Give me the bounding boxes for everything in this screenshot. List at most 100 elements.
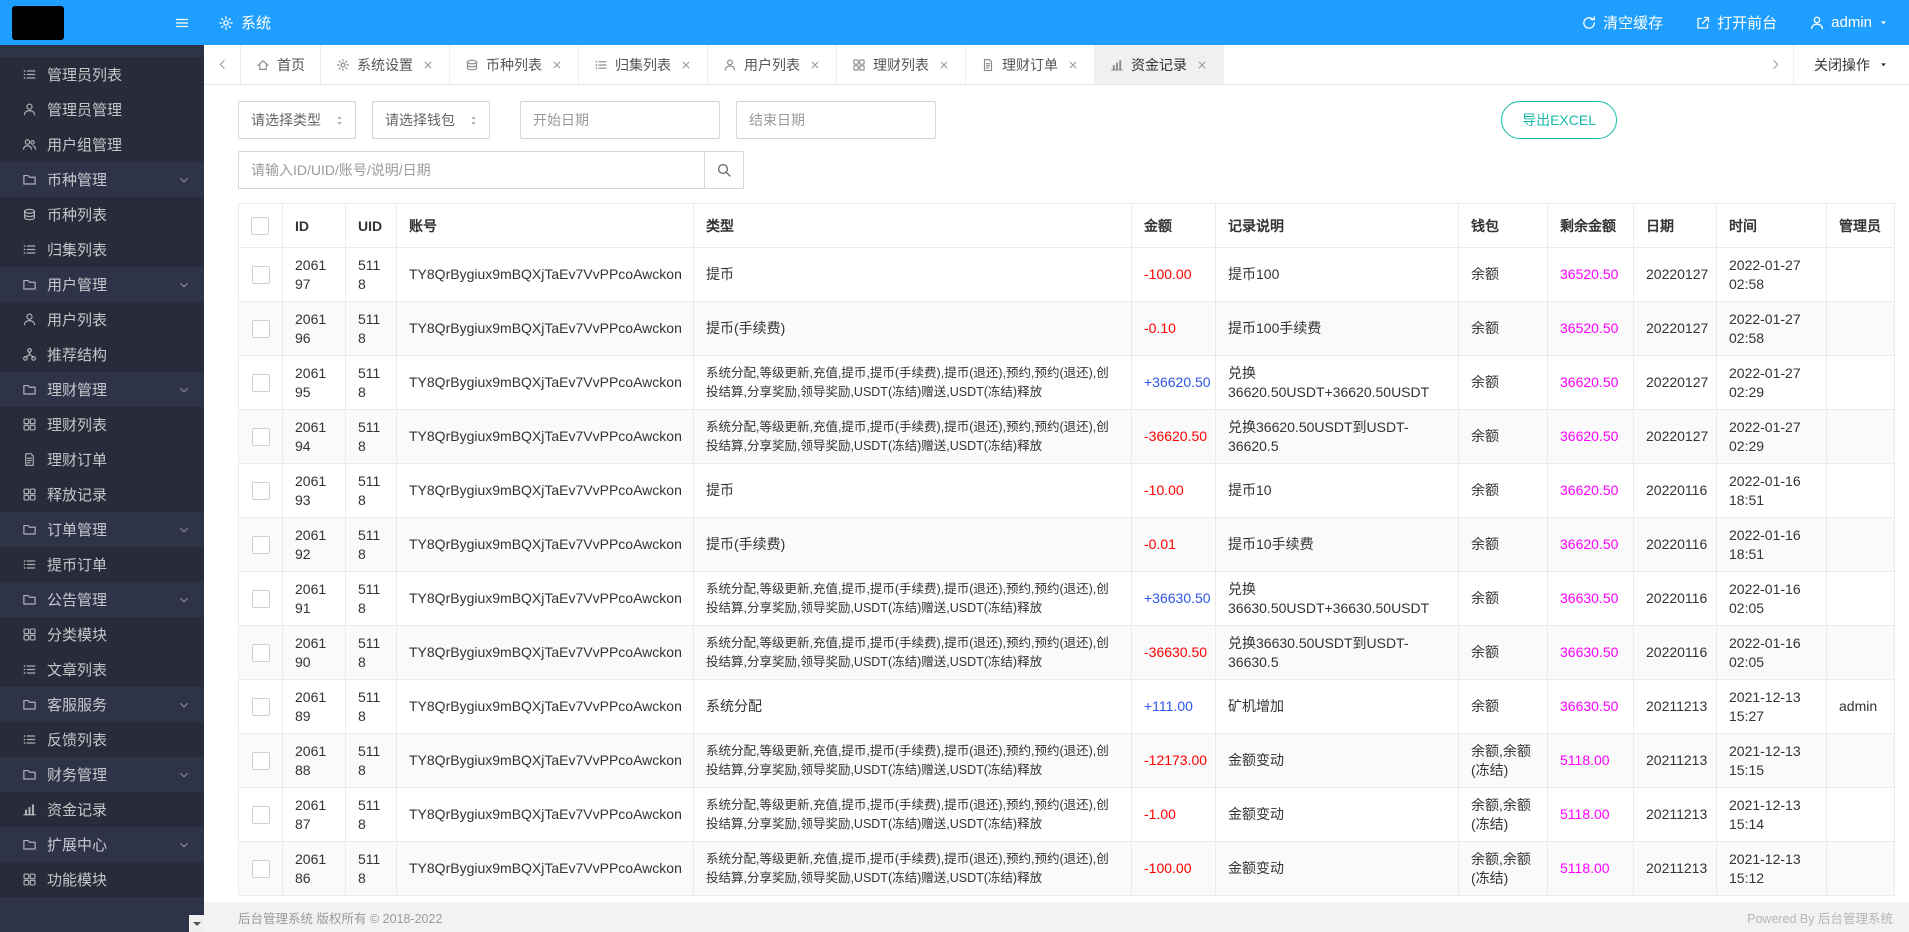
sidebar-scrollbar-arrow[interactable]	[189, 915, 204, 932]
clear-cache-button[interactable]: 清空缓存	[1581, 12, 1663, 33]
filter-row-2	[238, 151, 1893, 189]
cell-amount: -0.10	[1132, 302, 1216, 356]
sidebar-item-category-module[interactable]: 分类模块	[0, 617, 204, 652]
cell-type: 系统分配,等级更新,充值,提币,提币(手续费),提币(退还),预约,预约(退还)…	[694, 410, 1132, 464]
select-arrows-icon	[467, 114, 480, 127]
tab-user-list[interactable]: 用户列表	[708, 45, 837, 84]
select-all-checkbox[interactable]	[251, 217, 269, 235]
system-menu[interactable]: 系统	[218, 12, 271, 33]
cell-admin	[1827, 626, 1895, 680]
table-row: 2061895118TY8QrBygiux9mBQXjTaEv7VvPPcoAw…	[239, 680, 1895, 734]
sidebar-item-label: 管理员列表	[47, 64, 122, 85]
cell-id: 206190	[283, 626, 346, 680]
sidebar-item-user-group-manage[interactable]: 用户组管理	[0, 127, 204, 162]
sidebar-group-user-manage[interactable]: 用户管理	[0, 267, 204, 302]
sidebar-group-customer-service[interactable]: 客服服务	[0, 687, 204, 722]
sidebar-item-collect-list[interactable]: 归集列表	[0, 232, 204, 267]
tab-close-icon[interactable]	[680, 59, 692, 71]
cell-description: 提币100手续费	[1216, 302, 1459, 356]
row-checkbox[interactable]	[252, 374, 270, 392]
admin-user-dropdown[interactable]: admin	[1809, 14, 1889, 31]
sidebar-item-wealth-orders[interactable]: 理财订单	[0, 442, 204, 477]
sidebar-item-admin-manage[interactable]: 管理员管理	[0, 92, 204, 127]
sidebar-item-withdraw-orders[interactable]: 提币订单	[0, 547, 204, 582]
sidebar-item-function-module[interactable]: 功能模块	[0, 862, 204, 897]
sidebar-item-label: 币种管理	[47, 169, 107, 190]
sidebar-group-extension-center[interactable]: 扩展中心	[0, 827, 204, 862]
sidebar-item-feedback-list[interactable]: 反馈列表	[0, 722, 204, 757]
export-excel-button[interactable]: 导出EXCEL	[1501, 101, 1617, 139]
external-link-icon	[1695, 15, 1711, 31]
sidebar-item-admin-list[interactable]: 管理员列表	[0, 57, 204, 92]
tab-close-icon[interactable]	[1196, 59, 1208, 71]
tree-icon	[22, 347, 37, 362]
cell-balance: 5118.00	[1548, 842, 1634, 896]
sidebar-item-user-list[interactable]: 用户列表	[0, 302, 204, 337]
tab-wealth-list[interactable]: 理财列表	[837, 45, 966, 84]
cell-wallet: 余额	[1459, 302, 1548, 356]
sidebar-item-label: 财务管理	[47, 764, 107, 785]
cell-date: 20220127	[1634, 302, 1717, 356]
row-checkbox[interactable]	[252, 752, 270, 770]
hamburger-menu-icon[interactable]	[174, 15, 190, 31]
tab-label: 用户列表	[744, 55, 800, 75]
sidebar-item-article-list[interactable]: 文章列表	[0, 652, 204, 687]
tab-system-settings[interactable]: 系统设置	[321, 45, 450, 84]
sidebar-item-coin-list[interactable]: 币种列表	[0, 197, 204, 232]
sidebar-group-wealth-manage[interactable]: 理财管理	[0, 372, 204, 407]
row-checkbox[interactable]	[252, 320, 270, 338]
sidebar-group-notice-manage[interactable]: 公告管理	[0, 582, 204, 617]
tab-fund-records[interactable]: 资金记录	[1095, 45, 1224, 84]
cell-date: 20220127	[1634, 410, 1717, 464]
tab-wealth-orders[interactable]: 理财订单	[966, 45, 1095, 84]
row-checkbox[interactable]	[252, 860, 270, 878]
list-icon	[594, 58, 608, 72]
sidebar-item-label: 订单管理	[47, 519, 107, 540]
sidebar-group-order-manage[interactable]: 订单管理	[0, 512, 204, 547]
row-checkbox[interactable]	[252, 536, 270, 554]
sidebar-item-label: 理财订单	[47, 449, 107, 470]
tab-close-icon[interactable]	[809, 59, 821, 71]
cell-description: 提币100	[1216, 248, 1459, 302]
search-button[interactable]	[704, 151, 744, 189]
tab-home[interactable]: 首页	[240, 45, 321, 84]
sidebar-item-wealth-list[interactable]: 理财列表	[0, 407, 204, 442]
chevron-down-icon	[178, 594, 190, 606]
sidebar-item-referral-structure[interactable]: 推荐结构	[0, 337, 204, 372]
cell-balance: 36520.50	[1548, 248, 1634, 302]
cell-type: 提币	[694, 464, 1132, 518]
row-checkbox[interactable]	[252, 266, 270, 284]
search-input[interactable]	[238, 151, 705, 189]
sidebar-item-label: 扩展中心	[47, 834, 107, 855]
start-date-input[interactable]	[520, 101, 720, 139]
tab-coin-list[interactable]: 币种列表	[450, 45, 579, 84]
wallet-select[interactable]: 请选择钱包	[372, 101, 490, 139]
tab-close-icon[interactable]	[1067, 59, 1079, 71]
sidebar-item-release-records[interactable]: 释放记录	[0, 477, 204, 512]
row-checkbox[interactable]	[252, 482, 270, 500]
tab-close-icon[interactable]	[422, 59, 434, 71]
cell-uid: 5118	[346, 248, 397, 302]
checkbox-cell	[239, 356, 283, 410]
row-checkbox[interactable]	[252, 428, 270, 446]
tab-close-icon[interactable]	[551, 59, 563, 71]
chevron-left-icon	[216, 58, 229, 71]
tab-close-icon[interactable]	[938, 59, 950, 71]
tab-collect-list[interactable]: 归集列表	[579, 45, 708, 84]
list-icon	[22, 242, 37, 257]
cell-account: TY8QrBygiux9mBQXjTaEv7VvPPcoAwckon	[397, 248, 694, 302]
type-select[interactable]: 请选择类型	[238, 101, 356, 139]
sidebar-item-fund-records[interactable]: 资金记录	[0, 792, 204, 827]
end-date-input[interactable]	[736, 101, 936, 139]
close-operations-menu[interactable]: 关闭操作	[1793, 45, 1909, 84]
row-checkbox[interactable]	[252, 698, 270, 716]
open-frontend-button[interactable]: 打开前台	[1695, 12, 1777, 33]
row-checkbox[interactable]	[252, 644, 270, 662]
cell-id: 206186	[283, 842, 346, 896]
sidebar-group-finance-manage[interactable]: 财务管理	[0, 757, 204, 792]
row-checkbox[interactable]	[252, 806, 270, 824]
row-checkbox[interactable]	[252, 590, 270, 608]
tabs-scroll-left-button[interactable]	[204, 45, 240, 84]
tabs-scroll-right-button[interactable]	[1757, 45, 1793, 84]
sidebar-group-coin-manage[interactable]: 币种管理	[0, 162, 204, 197]
